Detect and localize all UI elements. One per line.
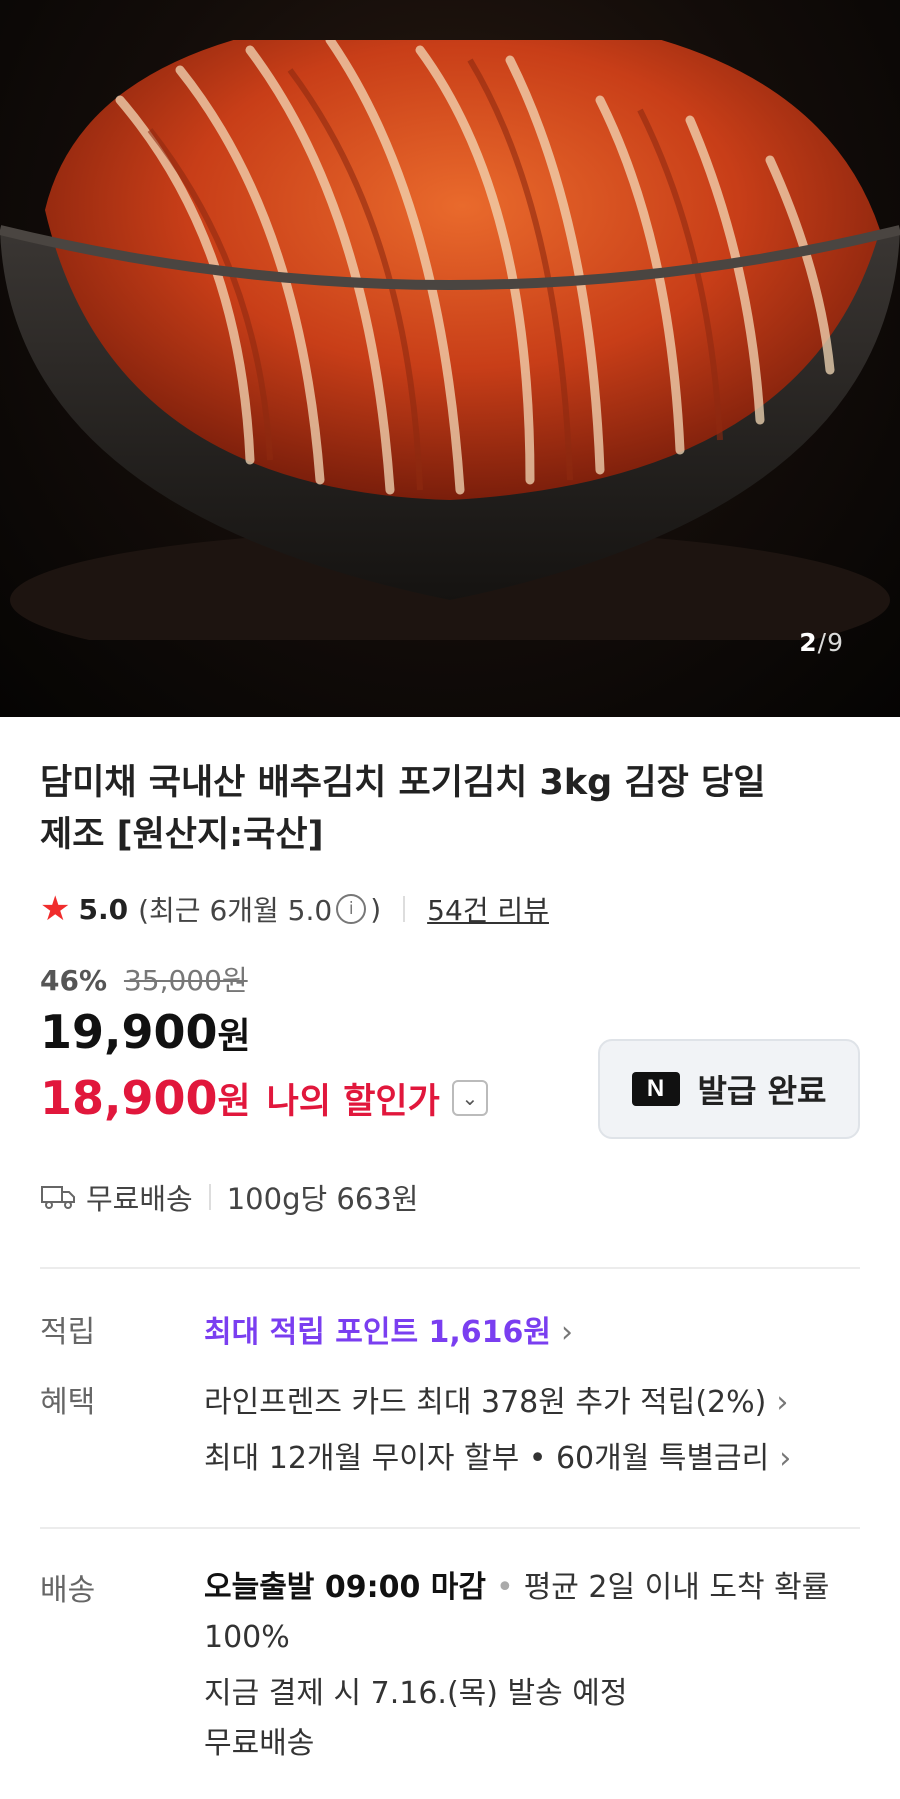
separator-dot: • [495, 1570, 514, 1605]
rating-score: 5.0 [78, 892, 129, 926]
card-benefit[interactable]: 라인프렌즈 카드 최대 378원 추가 적립(2%) › [204, 1375, 791, 1431]
installment-benefit[interactable]: 최대 12개월 무이자 할부 • 60개월 특별금리 › [204, 1431, 791, 1487]
delivery-info: 오늘출발 09:00 마감 • 평균 2일 이내 도착 확률 100% [204, 1563, 860, 1663]
discount-row: 46% 35,000원 [40, 959, 860, 999]
delivery-fee: 무료배송 [204, 1726, 315, 1761]
section-divider [40, 1267, 860, 1269]
benefits-row: 혜택 라인프렌즈 카드 최대 378원 추가 적립(2%) › 최대 12개월 무… [40, 1375, 860, 1487]
reviews-link[interactable]: 54건 리뷰 [427, 889, 549, 929]
sale-price-unit: 원 [217, 1016, 251, 1057]
divider [403, 896, 406, 922]
truck-icon [41, 1186, 75, 1209]
recent-rating-close: ) [370, 892, 382, 926]
naver-pay-icon: N [631, 1072, 680, 1106]
my-price-label: 나의 할인가 [266, 1081, 440, 1122]
points-key: 적립 [40, 1315, 96, 1350]
same-day-deadline: 오늘출발 09:00 마감 [204, 1570, 486, 1605]
my-price-unit: 원 [217, 1081, 251, 1122]
divider [208, 1184, 211, 1210]
max-points[interactable]: 최대 적립 포인트 1,616원 [204, 1315, 551, 1350]
image-page-counter: 2/9 [799, 628, 844, 657]
rating-row: ★ 5.0 (최근 6개월 5.0 i ) 54건 리뷰 [40, 887, 860, 931]
info-icon[interactable]: i [336, 894, 367, 924]
delivery-key: 배송 [40, 1573, 96, 1608]
unit-price: 100g당 663원 [226, 1182, 419, 1216]
chevron-right-icon: › [561, 1315, 574, 1350]
product-image-gallery[interactable]: 2/9 [0, 0, 900, 717]
coupon-issued-button[interactable]: N 발급 완료 [598, 1039, 860, 1139]
ship-date: 지금 결제 시 7.16.(목) 발송 예정 [204, 1676, 628, 1711]
benefits-key: 혜택 [40, 1385, 96, 1420]
section-divider [40, 1527, 860, 1529]
discount-percent: 46% [40, 964, 108, 997]
product-title: 담미채 국내산 배추김치 포기김치 3kg 김장 당일제조 [원산지:국산] [40, 763, 766, 855]
recent-rating: (최근 6개월 5.0 [138, 894, 333, 927]
shipping-summary: 무료배송 100g당 663원 [40, 1175, 860, 1219]
star-icon: ★ [40, 889, 71, 929]
chevron-right-icon: › [776, 1385, 789, 1420]
chevron-right-icon: › [779, 1441, 792, 1476]
price-block: 46% 35,000원 19,900원 18,900 원 나의 할인가 ⌄ N … [40, 959, 860, 1149]
original-price: 35,000원 [123, 964, 248, 997]
free-shipping: 무료배송 [86, 1182, 193, 1216]
coupon-label: 발급 완료 [697, 1072, 827, 1110]
points-row[interactable]: 적립 최대 적립 포인트 1,616원 › [40, 1305, 860, 1361]
sale-price-value: 19,900 [40, 1005, 218, 1059]
chevron-down-icon[interactable]: ⌄ [451, 1080, 488, 1116]
delivery-row: 배송 오늘출발 09:00 마감 • 평균 2일 이내 도착 확률 100% 지금 … [40, 1563, 860, 1769]
my-price-value: 18,900 [40, 1071, 218, 1125]
kimchi-product-image [0, 40, 900, 640]
